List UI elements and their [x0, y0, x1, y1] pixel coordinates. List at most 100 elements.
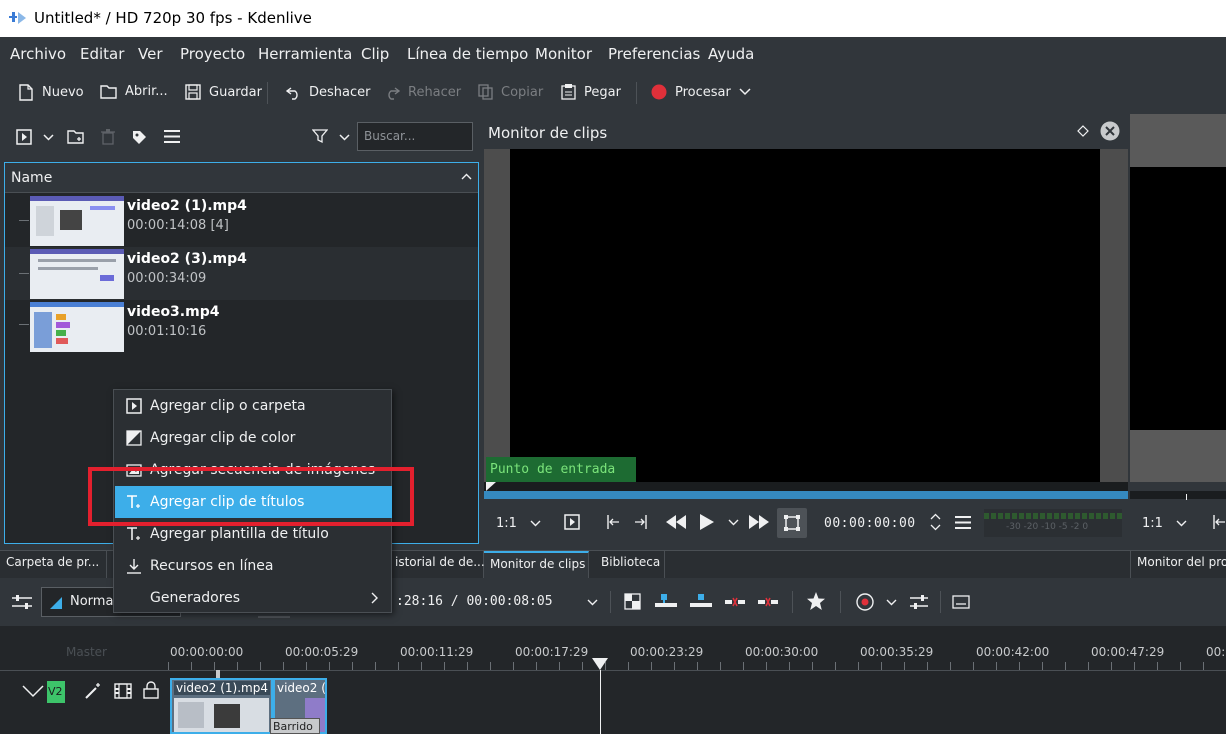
- set-inpoint-icon[interactable]: [1210, 514, 1226, 530]
- toolbar-separator: [940, 591, 941, 613]
- zone-marker[interactable]: [216, 670, 220, 678]
- bin-column-header[interactable]: Name: [5, 163, 478, 193]
- timecode-display[interactable]: 00:00:00:00: [824, 516, 916, 531]
- ruler-divider: [0, 670, 1226, 671]
- timeline-ruler[interactable]: 00:00:00:00 00:00:05:29 00:00:11:29 00:0…: [168, 626, 1226, 670]
- monitor-zone-bar[interactable]: [484, 491, 1128, 499]
- menu-item-agregar-clip-color[interactable]: Agregar clip de color: [115, 422, 392, 454]
- download-icon: [127, 559, 141, 574]
- monitor-ruler[interactable]: [1130, 491, 1226, 499]
- menu-item-generadores[interactable]: Generadores: [115, 582, 392, 614]
- split-view-icon[interactable]: [624, 593, 641, 610]
- float-panel-icon[interactable]: [1077, 125, 1089, 137]
- track-name[interactable]: V2: [47, 681, 65, 703]
- procesar-button[interactable]: Procesar: [651, 84, 751, 100]
- menu-preferencias[interactable]: Preferencias: [608, 45, 700, 63]
- film-strip-icon[interactable]: [114, 683, 132, 699]
- tab-biblioteca[interactable]: Biblioteca: [595, 551, 665, 578]
- clip-row[interactable]: video2 (3).mp4 00:00:34:09: [5, 247, 478, 300]
- menu-item-recursos-en-linea[interactable]: Recursos en línea: [115, 550, 392, 582]
- lock-icon[interactable]: [143, 681, 159, 699]
- chevron-down-icon[interactable]: [1176, 520, 1187, 527]
- set-outpoint-icon[interactable]: [634, 514, 650, 530]
- monitor-video-area[interactable]: [510, 149, 1100, 482]
- settings-sliders-icon[interactable]: [12, 594, 32, 610]
- spin-arrows-icon[interactable]: [930, 512, 941, 532]
- menu-clip[interactable]: Clip: [361, 45, 389, 63]
- playhead-line[interactable]: [600, 670, 601, 734]
- collapse-track-icon[interactable]: [22, 684, 44, 698]
- menu-linea-de-tiempo[interactable]: Línea de tiempo: [407, 45, 528, 63]
- close-icon[interactable]: [1100, 121, 1120, 141]
- filter-icon[interactable]: [312, 128, 328, 144]
- tab-historial[interactable]: istorial de de...: [388, 551, 485, 578]
- ruler-label: 00:00:17:29: [515, 645, 589, 659]
- deshacer-button[interactable]: Deshacer: [286, 84, 370, 100]
- delete-icon[interactable]: [101, 129, 115, 145]
- audio-meter: -30 -20 -10 -5 -2 0: [984, 509, 1122, 537]
- add-folder-icon[interactable]: [67, 129, 85, 145]
- abrir-button[interactable]: Abrir...: [100, 84, 168, 99]
- nuevo-button[interactable]: Nuevo: [18, 84, 84, 101]
- guardar-button[interactable]: Guardar: [185, 84, 262, 100]
- playhead-marker-icon[interactable]: [592, 658, 608, 670]
- ruler-ticks: [168, 662, 1226, 670]
- clip-name: video2 (3).mp4: [127, 251, 247, 267]
- overwrite-clip-icon[interactable]: [690, 594, 712, 610]
- lift-zone-icon[interactable]: [758, 596, 778, 608]
- safe-zone-button[interactable]: [777, 508, 807, 538]
- tab-carpeta-proyecto[interactable]: Carpeta de pr...: [0, 551, 107, 578]
- undo-icon: [286, 87, 298, 100]
- menu-ver[interactable]: Ver: [138, 45, 163, 63]
- menu-item-agregar-clip-carpeta[interactable]: Agregar clip o carpeta: [115, 390, 392, 422]
- timeline-clip[interactable]: video2 (1).mp4: [170, 678, 273, 734]
- favorite-star-icon[interactable]: [807, 592, 825, 610]
- menu-editar[interactable]: Editar: [80, 45, 124, 63]
- play-icon[interactable]: [700, 514, 714, 530]
- toolbar-separator: [267, 82, 268, 104]
- insert-clip-icon[interactable]: [655, 594, 677, 610]
- playhead-marker-icon[interactable]: [486, 482, 496, 491]
- menu-herramienta[interactable]: Herramienta: [258, 45, 352, 63]
- rehacer-button[interactable]: Rehacer: [385, 84, 461, 100]
- magic-wand-icon[interactable]: [84, 682, 102, 700]
- zoom-select[interactable]: 1:1: [1142, 516, 1163, 531]
- monitor-video-area[interactable]: [1130, 167, 1226, 430]
- tab-monitor-clips[interactable]: Monitor de clips: [484, 551, 589, 578]
- tag-icon[interactable]: [131, 129, 148, 145]
- clip-row[interactable]: video3.mp4 00:01:10:16: [5, 300, 478, 353]
- menu-icon[interactable]: [955, 516, 971, 529]
- menu-ayuda[interactable]: Ayuda: [708, 45, 754, 63]
- clip-row[interactable]: video2 (1).mp4 00:00:14:08 [4]: [5, 194, 478, 247]
- extract-zone-icon[interactable]: [725, 596, 745, 608]
- timeline-timecode[interactable]: :28:16 / 00:00:08:05: [396, 594, 553, 609]
- search-input[interactable]: Buscar...: [357, 122, 473, 151]
- subtitle-icon[interactable]: [952, 595, 970, 609]
- chevron-down-icon[interactable]: [43, 134, 54, 141]
- zoom-select[interactable]: 1:1: [496, 516, 517, 531]
- tab-monitor-proyecto[interactable]: Monitor del proy: [1130, 551, 1226, 578]
- mixer-icon[interactable]: [910, 595, 928, 609]
- chevron-down-icon[interactable]: [728, 519, 739, 526]
- chevron-down-icon[interactable]: [886, 599, 897, 606]
- monitor-ruler[interactable]: [484, 482, 1128, 491]
- set-inpoint-icon[interactable]: [604, 514, 620, 530]
- chevron-down-icon[interactable]: [587, 599, 598, 606]
- add-clip-icon[interactable]: [16, 129, 32, 145]
- redo-icon: [388, 87, 400, 100]
- menu-icon[interactable]: [164, 130, 180, 143]
- chevron-down-icon[interactable]: [530, 520, 541, 527]
- chevron-down-icon[interactable]: [339, 134, 350, 141]
- tree-line: [19, 324, 29, 325]
- copiar-button[interactable]: Copiar: [478, 84, 543, 100]
- menu-monitor[interactable]: Monitor: [535, 45, 592, 63]
- menu-archivo[interactable]: Archivo: [10, 45, 66, 63]
- clip-icon[interactable]: [564, 514, 580, 530]
- scroll-indicator: [258, 616, 290, 618]
- record-audio-icon[interactable]: [856, 593, 874, 611]
- rewind-icon[interactable]: [666, 515, 686, 529]
- menu-proyecto[interactable]: Proyecto: [180, 45, 245, 63]
- fast-forward-icon[interactable]: [749, 515, 769, 529]
- pegar-button[interactable]: Pegar: [561, 84, 621, 100]
- transition-label[interactable]: Barrido: [270, 718, 320, 734]
